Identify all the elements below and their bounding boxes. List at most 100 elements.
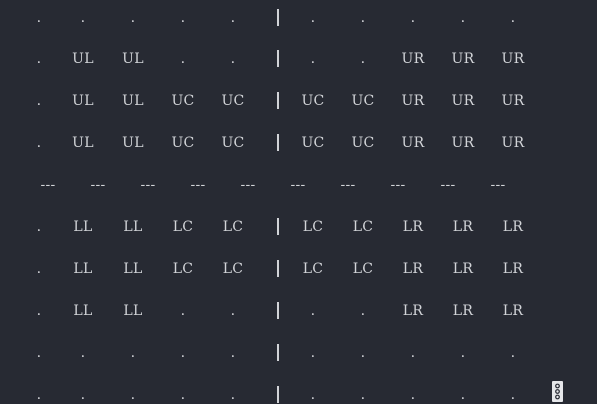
grid-cell: . — [310, 387, 316, 403]
separator-dash: --- — [390, 177, 406, 193]
grid-cell: LC — [352, 219, 374, 235]
grid-cell: UR — [451, 51, 475, 67]
grid-cell: . — [80, 345, 86, 361]
grid-cell: . — [360, 51, 366, 67]
grid-cell: UR — [451, 135, 475, 151]
grid-cell: . — [460, 387, 466, 403]
grid-cell: . — [36, 135, 42, 151]
grid-cell: LR — [502, 303, 524, 319]
separator-dash: --- — [440, 177, 456, 193]
grid-cell: LR — [452, 261, 474, 277]
grid-cell: UC — [301, 93, 325, 109]
grid-cell: . — [80, 387, 86, 403]
column-divider — [277, 218, 279, 235]
grid-cell: UL — [122, 93, 144, 109]
grid-cell: . — [510, 387, 516, 403]
grid-cell: . — [36, 387, 42, 403]
grid-cell: . — [230, 345, 236, 361]
grid-cell: UC — [221, 135, 245, 151]
grid-cell: . — [230, 10, 236, 26]
grid-cell: . — [360, 303, 366, 319]
grid-cell: . — [36, 303, 42, 319]
grid-cell: UR — [401, 135, 425, 151]
grid-cell: LL — [123, 303, 143, 319]
column-divider — [277, 134, 279, 151]
grid-cell: LR — [402, 261, 424, 277]
column-divider — [277, 344, 279, 361]
grid-cell: UR — [401, 93, 425, 109]
separator-dash: --- — [40, 177, 56, 193]
grid-cell: . — [310, 345, 316, 361]
column-divider — [277, 302, 279, 319]
grid-cell: LR — [502, 261, 524, 277]
grid-cell: . — [36, 93, 42, 109]
separator-dash: --- — [290, 177, 306, 193]
grid-cell: UL — [122, 135, 144, 151]
column-divider — [277, 92, 279, 109]
grid-cell: . — [130, 387, 136, 403]
grid-cell: UC — [301, 135, 325, 151]
grid-cell: . — [36, 10, 42, 26]
separator-dash: --- — [340, 177, 356, 193]
grid-cell: . — [230, 303, 236, 319]
grid-cell: UC — [171, 93, 195, 109]
grid-cell: . — [180, 345, 186, 361]
grid-cell: LC — [352, 261, 374, 277]
grid-cell: UL — [122, 51, 144, 67]
column-divider — [277, 50, 279, 67]
grid-cell: UL — [72, 93, 94, 109]
grid-cell: LR — [452, 303, 474, 319]
grid-cell: LL — [123, 219, 143, 235]
grid-cell: . — [360, 345, 366, 361]
grid-cell: . — [180, 51, 186, 67]
column-divider — [277, 386, 279, 403]
grid-cell: UL — [72, 51, 94, 67]
grid-cell: . — [410, 387, 416, 403]
grid-cell: LC — [302, 261, 324, 277]
grid-cell: LC — [222, 261, 244, 277]
grid-cell: . — [510, 345, 516, 361]
grid-cell: UR — [501, 135, 525, 151]
grid-cell: . — [36, 51, 42, 67]
grid-cell: . — [36, 345, 42, 361]
grid-cell: . — [230, 387, 236, 403]
grid-cell: . — [180, 10, 186, 26]
grid-cell: . — [310, 10, 316, 26]
grid-cell: UC — [351, 135, 375, 151]
grid-cell: UC — [221, 93, 245, 109]
grid-cell: UC — [351, 93, 375, 109]
grid-cell: UC — [171, 135, 195, 151]
grid-cell: LL — [123, 261, 143, 277]
grid-cell: . — [130, 345, 136, 361]
grid-cell: . — [230, 51, 236, 67]
separator-dash: --- — [490, 177, 506, 193]
grid-cell: LL — [73, 219, 93, 235]
grid-cell: LR — [452, 219, 474, 235]
grid-cell: LL — [73, 261, 93, 277]
grid-cell: UR — [401, 51, 425, 67]
grid-cell: LC — [302, 219, 324, 235]
grid-cell: . — [130, 10, 136, 26]
grid-cell: UR — [501, 93, 525, 109]
grid-cell: LC — [172, 261, 194, 277]
grid-cell: . — [460, 345, 466, 361]
separator-dash: --- — [140, 177, 156, 193]
grid-cell: LR — [402, 219, 424, 235]
grid-cell: . — [180, 303, 186, 319]
terminal-output: ........... UL UL.... UR UR UR. UL UL UC UC UC UC UR… — [0, 0, 597, 404]
scroll-indicator-icon[interactable] — [552, 381, 563, 402]
grid-cell: LR — [502, 219, 524, 235]
grid-cell: . — [36, 261, 42, 277]
separator-dash: --- — [90, 177, 106, 193]
grid-cell: . — [410, 10, 416, 26]
grid-cell: . — [80, 10, 86, 26]
grid-cell: UR — [451, 93, 475, 109]
grid-cell: . — [460, 10, 466, 26]
grid-cell: . — [310, 51, 316, 67]
column-divider — [277, 260, 279, 277]
grid-cell: . — [180, 387, 186, 403]
grid-cell: LL — [73, 303, 93, 319]
separator-dash: --- — [240, 177, 256, 193]
grid-cell: . — [510, 10, 516, 26]
grid-cell: UL — [72, 135, 94, 151]
